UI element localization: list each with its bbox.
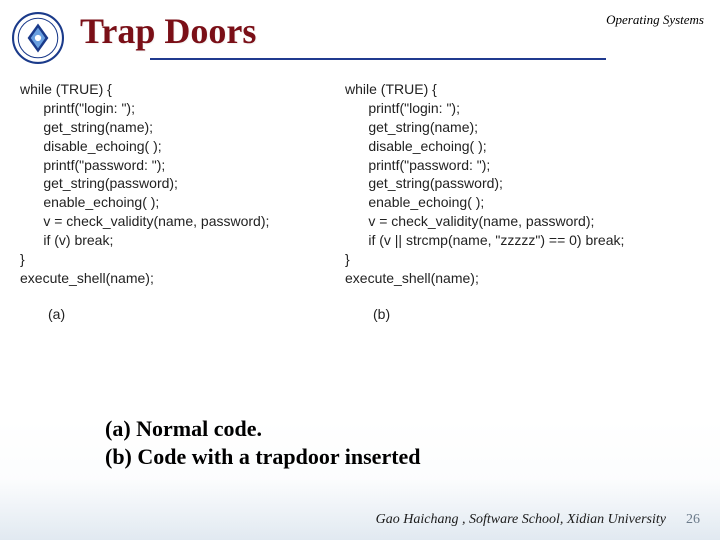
slide-footer: Gao Haichang , Software School, Xidian U… [376,512,700,528]
header-rule [150,58,606,60]
code-b-label: (b) [345,306,715,322]
slide-title: Trap Doors [80,10,606,52]
caption-block: (a) Normal code. (b) Code with a trapdoo… [105,415,421,472]
slide-header: Trap Doors Operating Systems [0,0,720,64]
code-column-a: while (TRUE) { printf("login: "); get_st… [20,80,345,322]
code-b: while (TRUE) { printf("login: "); get_st… [345,80,715,288]
caption-a: (a) Normal code. [105,415,421,444]
code-area: while (TRUE) { printf("login: "); get_st… [0,64,720,322]
code-a: while (TRUE) { printf("login: "); get_st… [20,80,345,288]
slide-number: 26 [686,512,700,528]
title-wrap: Trap Doors [80,8,606,60]
course-label: Operating Systems [606,8,704,28]
code-a-label: (a) [20,306,345,322]
code-column-b: while (TRUE) { printf("login: "); get_st… [345,80,715,322]
caption-b: (b) Code with a trapdoor inserted [105,443,421,472]
university-logo [12,12,64,64]
footer-credit: Gao Haichang , Software School, Xidian U… [376,512,666,528]
